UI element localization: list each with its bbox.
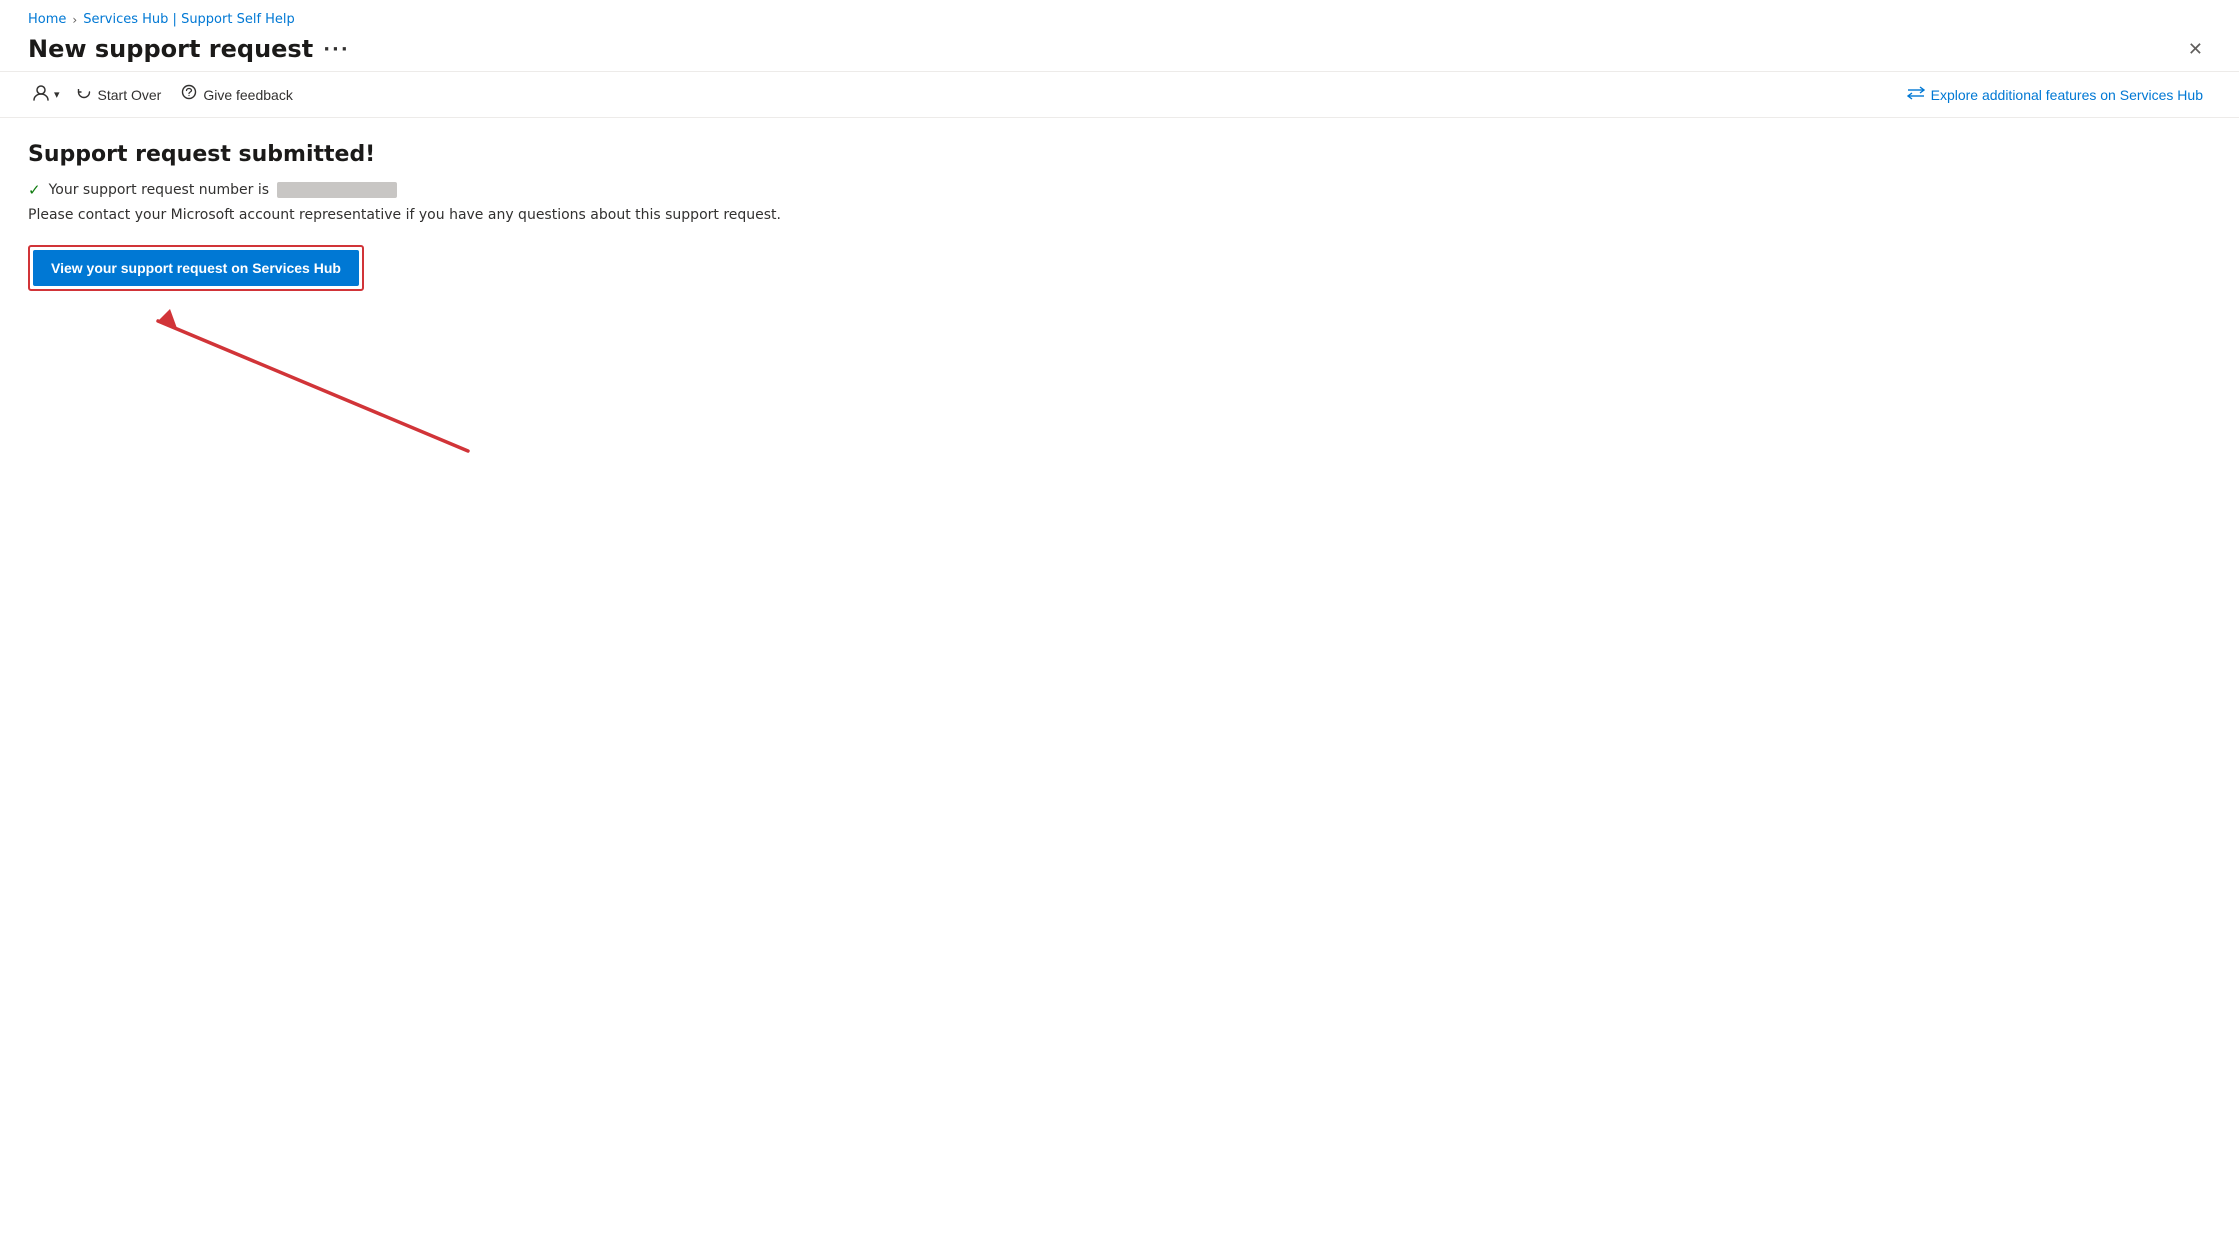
feedback-icon	[181, 84, 197, 105]
explore-features-button[interactable]: Explore additional features on Services …	[1899, 80, 2211, 109]
contact-text: Please contact your Microsoft account re…	[28, 207, 2211, 223]
check-icon: ✓	[28, 181, 41, 199]
start-over-button[interactable]: Start Over	[68, 78, 170, 111]
give-feedback-button[interactable]: Give feedback	[173, 78, 301, 111]
annotation-arrow	[88, 301, 488, 461]
title-row: New support request ··· ✕	[0, 31, 2239, 71]
breadcrumb: Home › Services Hub | Support Self Help	[0, 0, 2239, 31]
start-over-label: Start Over	[98, 87, 162, 103]
page-title: New support request	[28, 35, 313, 63]
user-icon	[32, 84, 50, 105]
request-number-row: ✓ Your support request number is	[28, 181, 2211, 199]
close-button[interactable]: ✕	[2180, 36, 2211, 62]
request-number-value	[277, 182, 397, 198]
breadcrumb-sep-1: ›	[72, 13, 77, 27]
view-request-highlight: View your support request on Services Hu…	[28, 245, 364, 291]
breadcrumb-services-hub[interactable]: Services Hub | Support Self Help	[83, 12, 295, 27]
give-feedback-label: Give feedback	[203, 87, 293, 103]
success-heading: Support request submitted!	[28, 142, 2211, 167]
explore-features-label: Explore additional features on Services …	[1931, 87, 2203, 103]
chevron-down-icon: ▾	[54, 88, 60, 101]
toolbar: ▾ Start Over	[0, 71, 2239, 118]
request-number-text: Your support request number is	[49, 182, 269, 198]
user-account-button[interactable]: ▾	[28, 78, 64, 111]
explore-icon	[1907, 86, 1925, 103]
breadcrumb-home[interactable]: Home	[28, 12, 66, 27]
more-options-icon[interactable]: ···	[323, 39, 350, 60]
refresh-icon	[76, 84, 92, 105]
main-content: Support request submitted! ✓ Your suppor…	[0, 118, 2239, 485]
view-request-button[interactable]: View your support request on Services Hu…	[33, 250, 359, 286]
